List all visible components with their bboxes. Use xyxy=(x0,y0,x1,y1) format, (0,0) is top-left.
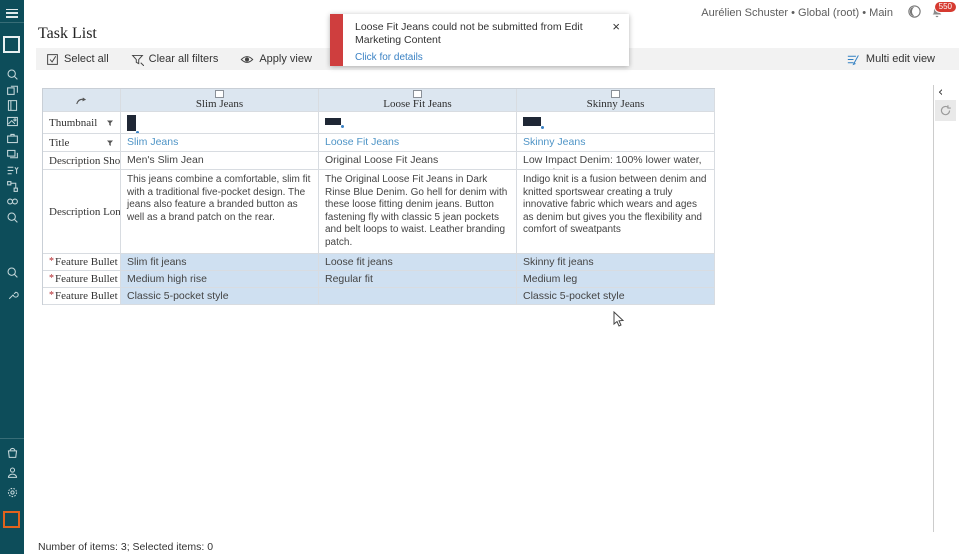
sidebar-divider xyxy=(0,22,24,23)
row-label-feature-bullet-1: * Feature Bullet 1 xyxy=(43,254,121,271)
feature-bullet-cell[interactable]: Regular fit xyxy=(319,271,517,288)
product-thumbnail[interactable] xyxy=(325,118,344,128)
status-bar: Number of items: 3; Selected items: 0 xyxy=(38,541,214,553)
product-thumbnail[interactable] xyxy=(523,117,544,129)
menu-icon[interactable] xyxy=(0,5,24,21)
row-label-feature-bullet-3: * Feature Bullet 3 xyxy=(43,288,121,305)
channels-icon[interactable] xyxy=(0,81,24,97)
eye-icon xyxy=(240,55,254,63)
row-label-description-short: Description Short xyxy=(43,152,121,170)
shop-icon[interactable] xyxy=(0,444,24,460)
entity-link[interactable]: Loose Fit Jeans xyxy=(325,136,399,148)
title-cell: Loose Fit Jeans xyxy=(319,134,517,152)
funnel-slash-icon xyxy=(131,54,144,66)
panel-collapse-chevron-icon[interactable]: ‹ xyxy=(938,85,943,100)
error-toast: Loose Fit Jeans could not be submitted f… xyxy=(330,14,629,66)
entity-link[interactable]: Skinny Jeans xyxy=(523,136,585,148)
user-icon[interactable] xyxy=(0,464,24,480)
toast-message: Loose Fit Jeans could not be submitted f… xyxy=(355,21,583,46)
dark-mode-icon[interactable] xyxy=(907,4,923,20)
row-label-thumbnail: Thumbnail xyxy=(43,112,121,134)
close-icon[interactable]: × xyxy=(612,19,620,34)
description-long-cell[interactable]: This jeans combine a comfortable, slim f… xyxy=(121,170,319,254)
description-short-cell[interactable]: Men's Slim Jean xyxy=(121,152,319,170)
query-search-icon[interactable] xyxy=(0,264,24,280)
thumbnail-cell[interactable] xyxy=(319,112,517,134)
required-asterisk: * xyxy=(49,273,54,284)
row-label-description-long: Description Long xyxy=(43,170,121,254)
clear-all-filters-button[interactable]: Clear all filters xyxy=(131,53,218,66)
search-icon[interactable] xyxy=(0,66,24,82)
feature-bullet-cell[interactable]: Skinny fit jeans xyxy=(517,254,715,271)
multi-edit-view-button[interactable]: Multi edit view xyxy=(846,53,935,66)
required-asterisk: * xyxy=(49,290,54,301)
apply-view-button[interactable]: Apply view xyxy=(240,53,312,66)
description-short-cell[interactable]: Original Loose Fit Jeans xyxy=(319,152,517,170)
column-header: Skinny Jeans xyxy=(517,89,715,112)
refresh-icon xyxy=(940,105,951,116)
row-label-title: Title xyxy=(43,134,121,152)
multi-edit-table: Slim Jeans Loose Fit Jeans Skinny Jeans … xyxy=(42,88,715,305)
user-info[interactable]: Aurélien Schuster • Global (root) • Main xyxy=(701,7,893,19)
refresh-button[interactable] xyxy=(935,100,956,121)
product-thumbnail[interactable] xyxy=(127,115,139,133)
toast-details-link[interactable]: Click for details xyxy=(355,52,423,63)
title-cell: Skinny Jeans xyxy=(517,134,715,152)
table-corner-redo-icon[interactable] xyxy=(43,89,121,112)
catalog-icon[interactable] xyxy=(0,97,24,113)
multi-edit-icon xyxy=(847,54,859,65)
column-checkbox[interactable] xyxy=(413,90,422,98)
row-label-feature-bullet-2: * Feature Bullet 2 xyxy=(43,271,121,288)
find-icon[interactable] xyxy=(0,209,24,225)
column-checkbox[interactable] xyxy=(611,90,620,98)
column-header: Slim Jeans xyxy=(121,89,319,112)
task-list-icon[interactable] xyxy=(0,162,24,178)
media-icon[interactable] xyxy=(0,113,24,129)
description-long-cell[interactable]: The Original Loose Fit Jeans in Dark Rin… xyxy=(319,170,517,254)
feature-bullet-cell[interactable] xyxy=(319,288,517,305)
mouse-cursor xyxy=(613,310,625,334)
title-cell: Slim Jeans xyxy=(121,134,319,152)
required-asterisk: * xyxy=(49,256,54,267)
portfolio-icon[interactable] xyxy=(0,130,24,146)
workflow-icon[interactable] xyxy=(0,178,24,194)
panel-divider xyxy=(933,85,934,532)
thumbnail-cell[interactable] xyxy=(517,112,715,134)
feature-bullet-cell[interactable]: Classic 5-pocket style xyxy=(517,288,715,305)
thumbnail-cell[interactable] xyxy=(121,112,319,134)
sidebar xyxy=(0,0,24,554)
column-header: Loose Fit Jeans xyxy=(319,89,517,112)
checkbox-check-icon xyxy=(47,53,58,65)
feature-bullet-cell[interactable]: Slim fit jeans xyxy=(121,254,319,271)
description-short-cell[interactable]: Low Impact Denim: 100% lower water, 100%… xyxy=(517,152,715,170)
feature-bullet-cell[interactable]: Medium high rise xyxy=(121,271,319,288)
sidebar-divider xyxy=(0,438,24,439)
filter-funnel-icon[interactable] xyxy=(106,139,114,147)
app-logo-icon[interactable] xyxy=(3,36,20,53)
brand-logo-icon[interactable] xyxy=(3,511,20,528)
feature-bullet-cell[interactable]: Medium leg xyxy=(517,271,715,288)
page-title: Task List xyxy=(38,25,97,42)
settings-icon[interactable] xyxy=(0,484,24,500)
select-all-button[interactable]: Select all xyxy=(46,53,109,66)
feature-bullet-cell[interactable]: Loose fit jeans xyxy=(319,254,517,271)
notification-count-badge[interactable]: 550 xyxy=(933,1,957,13)
entity-link[interactable]: Slim Jeans xyxy=(127,136,178,148)
link-icon[interactable] xyxy=(0,193,24,209)
toast-severity-bar xyxy=(330,14,343,66)
tools-icon[interactable] xyxy=(0,287,24,303)
feature-bullet-cell[interactable]: Classic 5-pocket style xyxy=(121,288,319,305)
description-long-cell[interactable]: Indigo knit is a fusion between denim an… xyxy=(517,170,715,254)
collaboration-icon[interactable] xyxy=(0,146,24,162)
column-checkbox[interactable] xyxy=(215,90,224,98)
filter-funnel-icon[interactable] xyxy=(106,119,114,127)
